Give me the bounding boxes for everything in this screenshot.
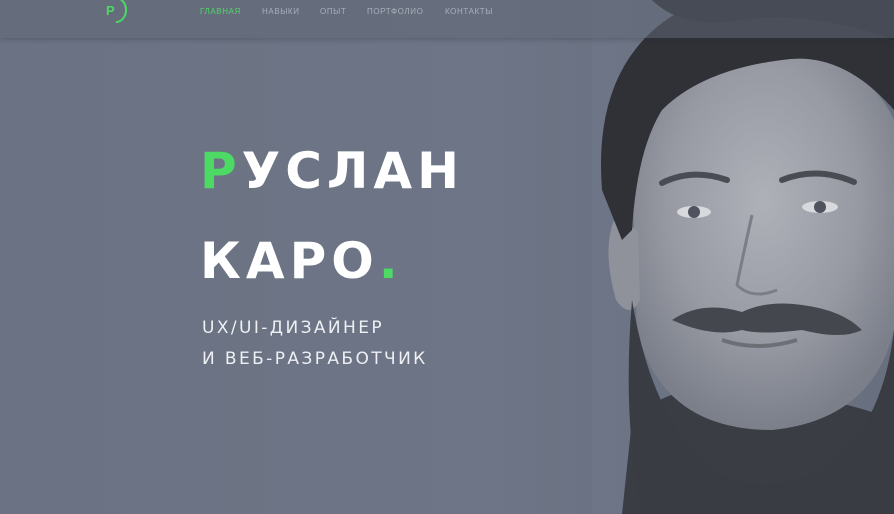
nav-item-skills[interactable]: Навыки	[262, 7, 320, 16]
logo-letter: Р	[106, 3, 115, 18]
first-name-rest: УСЛАН	[241, 142, 464, 200]
main-nav: Главная Навыки Опыт Портфолио Контакты	[200, 7, 493, 16]
subtitle-line-1: UX/UI-ДИЗАЙНЕР	[202, 318, 385, 338]
portrait-photo	[592, 0, 894, 514]
logo-arc-icon	[115, 0, 127, 23]
hero-first-name: РУСЛАН	[200, 126, 464, 216]
subtitle-line-2: И ВЕБ-РАЗРАБОТЧИК	[202, 349, 428, 369]
last-name-dot: .	[378, 232, 403, 290]
nav-item-experience[interactable]: Опыт	[320, 7, 367, 16]
hero-subtitle: UX/UI-ДИЗАЙНЕР И ВЕБ-РАЗРАБОТЧИК	[202, 313, 428, 375]
logo[interactable]: Р	[100, 0, 130, 26]
site-header: Р Главная Навыки Опыт Портфолио Контакты	[0, 0, 894, 38]
nav-item-home[interactable]: Главная	[200, 7, 262, 16]
hero-page: Р Главная Навыки Опыт Портфолио Контакты…	[0, 0, 894, 514]
first-name-initial: Р	[200, 142, 242, 200]
hero-name: РУСЛАН КАРО.	[200, 126, 464, 306]
hero-last-name: КАРО.	[200, 216, 464, 306]
last-name-text: КАРО	[200, 232, 379, 290]
nav-item-contacts[interactable]: Контакты	[445, 7, 493, 16]
nav-item-portfolio[interactable]: Портфолио	[367, 7, 445, 16]
